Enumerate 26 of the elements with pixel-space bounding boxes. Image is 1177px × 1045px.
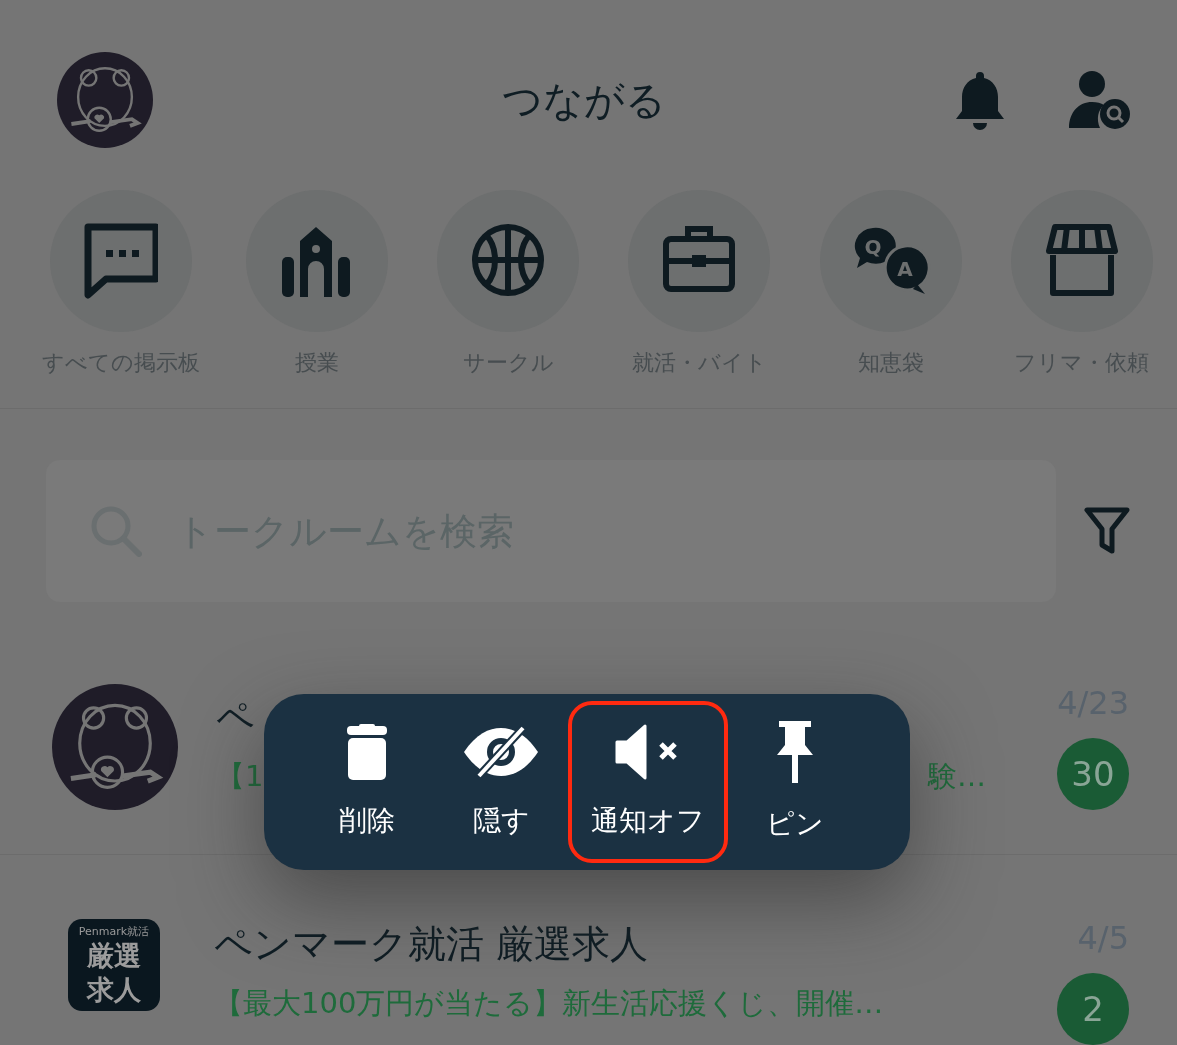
room-title: ペンマーク就活 厳選求人 (214, 921, 650, 968)
menu-item[interactable]: ピン (728, 701, 862, 863)
logo-caption: Penmark就活 (78, 923, 150, 939)
message-preview: 【最大100万円が当たる】新生活応援くじ、開催… (214, 985, 884, 1022)
menu-item[interactable]: 削除 (300, 701, 434, 863)
message-preview: 験… (928, 758, 986, 795)
menu-item[interactable]: 通知オフ (568, 701, 728, 863)
trash-icon (347, 724, 387, 780)
logo-text: 求人 (87, 972, 141, 1007)
avatar[interactable] (57, 52, 153, 148)
unread-badge: 2 (1057, 973, 1129, 1045)
basketball-icon (471, 223, 546, 299)
unread-badge: 30 (1057, 738, 1129, 810)
message-preview: 【1 (216, 758, 264, 795)
notification-bell-icon[interactable] (955, 70, 1005, 130)
pushpin-icon (775, 721, 815, 783)
shop-icon (1044, 223, 1119, 299)
menu-item[interactable]: 隠す (434, 701, 568, 863)
logo-text: 厳選 (87, 938, 141, 973)
room-title: ペ (216, 694, 256, 741)
filter-icon[interactable] (1084, 507, 1130, 555)
user-search-icon[interactable] (1069, 70, 1131, 130)
category-button[interactable]: Q A (819, 190, 962, 332)
screen-title: つながる (501, 75, 667, 125)
message-board-icon (84, 223, 159, 299)
hidden-eye-icon (462, 724, 540, 780)
